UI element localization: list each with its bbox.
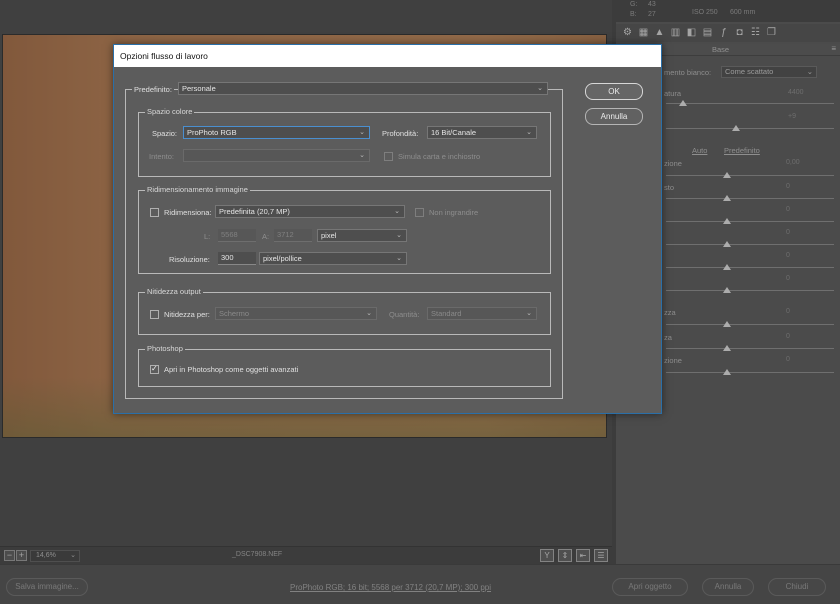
chevron-down-icon: ⌄ (359, 152, 365, 159)
color-space-legend: Spazio colore (145, 107, 195, 116)
height-input[interactable]: 3712 (274, 229, 312, 242)
chevron-down-icon: ⌄ (366, 310, 372, 317)
resolution-input[interactable]: 300 (218, 252, 256, 265)
chevron-down-icon: ⌄ (537, 85, 543, 92)
height-label: A: (262, 232, 270, 241)
ok-button[interactable]: OK (585, 83, 643, 100)
resize-select[interactable]: Predefinita (20,7 MP) ⌄ (215, 205, 405, 218)
chevron-down-icon: ⌄ (396, 255, 402, 262)
chevron-down-icon: ⌄ (526, 129, 532, 136)
resize-label: Ridimensiona: (164, 208, 212, 217)
resolution-unit-select[interactable]: pixel/pollice ⌄ (259, 252, 407, 265)
smart-objects-label: Apri in Photoshop come oggetti avanzati (164, 365, 299, 374)
depth-select[interactable]: 16 Bit/Canale ⌄ (427, 126, 537, 139)
simulate-paper-checkbox[interactable] (384, 152, 393, 161)
simulate-paper-label: Simula carta e inchiostro (398, 152, 481, 161)
sharpen-legend: Nitidezza output (145, 287, 203, 296)
dialog-cancel-button[interactable]: Annulla (585, 108, 643, 125)
resolution-label: Risoluzione: (169, 255, 210, 264)
width-input[interactable]: 5568 (218, 229, 256, 242)
chevron-down-icon: ⌄ (526, 310, 532, 317)
no-enlarge-label: Non ingrandire (429, 208, 479, 217)
preset-select[interactable]: Personale ⌄ (178, 82, 548, 95)
dialog-titlebar: Opzioni flusso di lavoro (114, 45, 661, 67)
smart-objects-checkbox[interactable] (150, 364, 159, 374)
sharpen-label: Nitidezza per: (164, 310, 210, 319)
width-label: L: (204, 232, 211, 241)
chevron-down-icon: ⌄ (396, 232, 402, 239)
resize-legend: Ridimensionamento immagine (145, 185, 250, 194)
workflow-options-dialog: Opzioni flusso di lavoro Predefinito: Pe… (113, 44, 662, 414)
depth-label: Profondità: (382, 129, 419, 138)
chevron-down-icon: ⌄ (359, 129, 365, 136)
intent-label: Intento: (149, 152, 175, 161)
amount-label: Quantità: (389, 310, 420, 319)
preset-label: Predefinito: (132, 85, 174, 94)
intent-select[interactable]: ⌄ (183, 149, 370, 162)
chevron-down-icon: ⌄ (394, 208, 400, 215)
size-unit-select[interactable]: pixel ⌄ (317, 229, 407, 242)
space-label: Spazio: (152, 129, 178, 138)
dialog-title: Opzioni flusso di lavoro (120, 51, 208, 61)
sharpen-checkbox[interactable] (150, 310, 159, 319)
photoshop-legend: Photoshop (145, 344, 185, 353)
space-select[interactable]: ProPhoto RGB ⌄ (183, 126, 370, 139)
no-enlarge-checkbox[interactable] (415, 208, 424, 217)
color-space-group: Spazio colore (138, 107, 551, 177)
resize-checkbox[interactable] (150, 208, 159, 217)
amount-select[interactable]: Standard ⌄ (427, 307, 537, 320)
sharpen-select[interactable]: Schermo ⌄ (215, 307, 377, 320)
